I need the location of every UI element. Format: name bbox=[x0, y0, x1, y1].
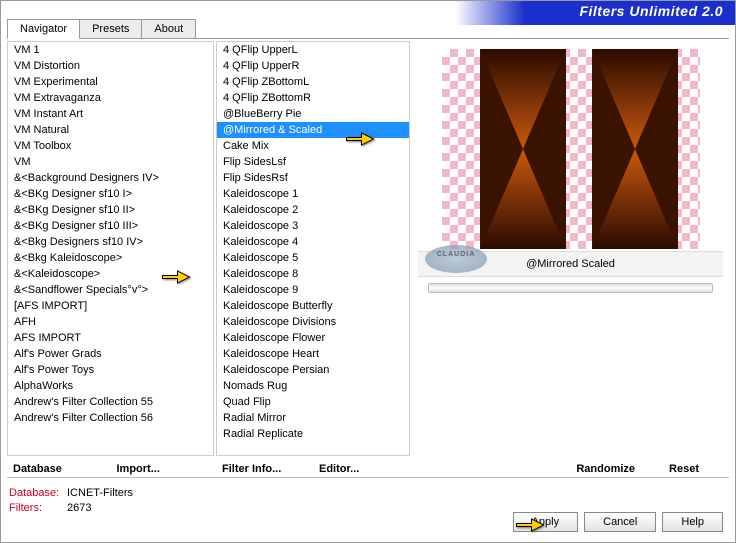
list-item[interactable]: Kaleidoscope 8 bbox=[217, 266, 409, 282]
tab-strip: Navigator Presets About bbox=[7, 19, 195, 39]
list-item[interactable]: VM Natural bbox=[8, 122, 213, 138]
watermark-badge: CLAUDIA bbox=[425, 245, 487, 273]
list-item[interactable]: &<BKg Designer sf10 I> bbox=[8, 186, 213, 202]
list-item[interactable]: AFH bbox=[8, 314, 213, 330]
db-value: ICNET-Filters bbox=[67, 487, 133, 499]
list-item[interactable]: 4 QFlip UpperL bbox=[217, 42, 409, 58]
list-item[interactable]: VM Experimental bbox=[8, 74, 213, 90]
list-item[interactable]: Nomads Rug bbox=[217, 378, 409, 394]
editor-button[interactable]: Editor... bbox=[313, 460, 410, 478]
list-item[interactable]: Alf's Power Grads bbox=[8, 346, 213, 362]
list-item[interactable]: @BlueBerry Pie bbox=[217, 106, 409, 122]
list-item[interactable]: Flip SidesLsf bbox=[217, 154, 409, 170]
list-item[interactable]: VM Instant Art bbox=[8, 106, 213, 122]
list-item[interactable]: Flip SidesRsf bbox=[217, 170, 409, 186]
randomize-button[interactable]: Randomize bbox=[562, 460, 649, 478]
reset-button[interactable]: Reset bbox=[655, 460, 713, 478]
tab-about[interactable]: About bbox=[141, 19, 196, 39]
list-item[interactable]: &<Kaleidoscope> bbox=[8, 266, 213, 282]
list-item[interactable]: &<Bkg Designers sf10 IV> bbox=[8, 234, 213, 250]
list-item[interactable]: Quad Flip bbox=[217, 394, 409, 410]
list-item[interactable]: VM 1 bbox=[8, 42, 213, 58]
preview-panel bbox=[442, 49, 700, 249]
slider[interactable] bbox=[428, 283, 713, 293]
help-button[interactable]: Help bbox=[662, 512, 723, 532]
list-item[interactable]: &<BKg Designer sf10 II> bbox=[8, 202, 213, 218]
list-item[interactable]: Kaleidoscope 1 bbox=[217, 186, 409, 202]
list-item[interactable]: Kaleidoscope Persian bbox=[217, 362, 409, 378]
list-item[interactable]: VM bbox=[8, 154, 213, 170]
app-banner: Filters Unlimited 2.0 bbox=[455, 1, 735, 25]
list-item[interactable]: VM Toolbox bbox=[8, 138, 213, 154]
list-item[interactable]: Kaleidoscope Butterfly bbox=[217, 298, 409, 314]
list-item[interactable]: 4 QFlip ZBottomL bbox=[217, 74, 409, 90]
list-item[interactable]: Kaleidoscope Heart bbox=[217, 346, 409, 362]
list-item[interactable]: AFS IMPORT bbox=[8, 330, 213, 346]
list-item[interactable]: 4 QFlip ZBottomR bbox=[217, 90, 409, 106]
category-list[interactable]: VM 1VM DistortionVM ExperimentalVM Extra… bbox=[7, 41, 214, 456]
tab-underline bbox=[7, 38, 729, 39]
list-item[interactable]: &<BKg Designer sf10 III> bbox=[8, 218, 213, 234]
list-item[interactable]: Radial Replicate bbox=[217, 426, 409, 442]
apply-button[interactable]: Apply bbox=[513, 512, 579, 532]
separator bbox=[7, 477, 729, 478]
list-item[interactable]: Kaleidoscope 4 bbox=[217, 234, 409, 250]
filters-key: Filters: bbox=[9, 501, 67, 516]
filter-list[interactable]: 4 QFlip UpperL4 QFlip UpperR4 QFlip ZBot… bbox=[216, 41, 410, 456]
list-item[interactable]: 4 QFlip UpperR bbox=[217, 58, 409, 74]
database-button[interactable]: Database bbox=[7, 460, 111, 478]
list-item[interactable]: AlphaWorks bbox=[8, 378, 213, 394]
list-item[interactable]: &<Bkg Kaleidoscope> bbox=[8, 250, 213, 266]
filter-info-button[interactable]: Filter Info... bbox=[216, 460, 313, 478]
list-item[interactable]: Andrew's Filter Collection 55 bbox=[8, 394, 213, 410]
list-item[interactable]: Andrew's Filter Collection 56 bbox=[8, 410, 213, 426]
cancel-button[interactable]: Cancel bbox=[584, 512, 656, 532]
list-item[interactable]: @Mirrored & Scaled bbox=[217, 122, 409, 138]
list-item[interactable]: VM Distortion bbox=[8, 58, 213, 74]
list-item[interactable]: &<Sandflower Specials°v°> bbox=[8, 282, 213, 298]
filters-value: 2673 bbox=[67, 502, 91, 514]
list-item[interactable]: Alf's Power Toys bbox=[8, 362, 213, 378]
list-item[interactable]: Kaleidoscope Flower bbox=[217, 330, 409, 346]
list-item[interactable]: Kaleidoscope 5 bbox=[217, 250, 409, 266]
list-item[interactable]: Radial Mirror bbox=[217, 410, 409, 426]
list-item[interactable]: &<Background Designers IV> bbox=[8, 170, 213, 186]
import-button[interactable]: Import... bbox=[111, 460, 215, 478]
tab-presets[interactable]: Presets bbox=[79, 19, 142, 39]
list-item[interactable]: Kaleidoscope 2 bbox=[217, 202, 409, 218]
tab-navigator[interactable]: Navigator bbox=[7, 19, 80, 39]
list-item[interactable]: VM Extravaganza bbox=[8, 90, 213, 106]
list-item[interactable]: Kaleidoscope 9 bbox=[217, 282, 409, 298]
list-item[interactable]: Cake Mix bbox=[217, 138, 409, 154]
list-item[interactable]: Kaleidoscope 3 bbox=[217, 218, 409, 234]
db-key: Database: bbox=[9, 486, 67, 501]
list-item[interactable]: [AFS IMPORT] bbox=[8, 298, 213, 314]
list-item[interactable]: Kaleidoscope Divisions bbox=[217, 314, 409, 330]
